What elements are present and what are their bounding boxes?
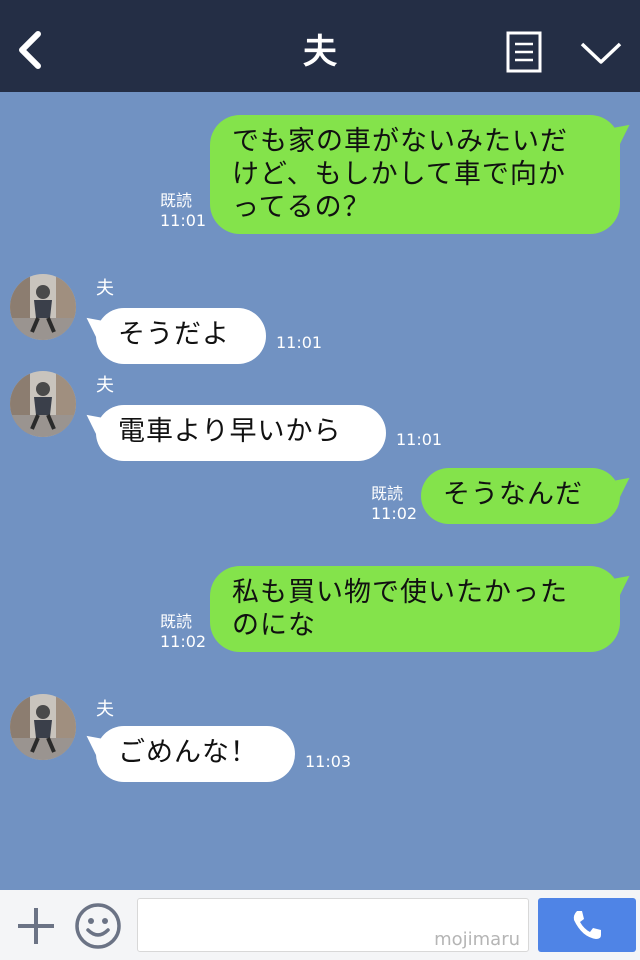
chevron-down-icon[interactable] [578,36,624,70]
sender-name: 夫 [96,375,114,396]
message-bubble-incoming[interactable]: 電車より早いから [96,405,386,461]
message-bubble-outgoing[interactable]: そうなんだ [421,468,620,524]
sender-name: 夫 [96,278,114,299]
message-meta: 既読 11:02 [160,612,206,652]
message-bubble-incoming[interactable]: ごめんな！ [96,726,295,782]
message-time: 11:01 [160,211,207,230]
message-time: 11:02 [160,632,207,651]
phone-icon [573,911,601,939]
input-bar: mojimaru [0,890,640,960]
message-bubble-incoming[interactable]: そうだよ [96,308,266,364]
notes-icon[interactable] [505,30,543,74]
read-receipt: 既読 [160,612,193,631]
read-receipt: 既読 [371,484,404,503]
chat-title: 夫 [303,32,337,72]
plus-icon[interactable] [14,904,58,948]
message-bubble-outgoing[interactable]: 私も買い物で使いたかった のにな [210,566,620,652]
message-meta: 既読 11:02 [371,484,417,524]
read-receipt: 既読 [160,191,193,210]
call-button[interactable] [538,898,636,952]
message-time: 11:02 [371,504,418,523]
message-meta: 既読 11:01 [160,191,206,231]
watermark: mojimaru [434,929,520,950]
chat-header: 夫 [0,0,640,92]
emoji-icon[interactable] [74,902,122,950]
sender-name: 夫 [96,699,114,720]
message-time: 11:01 [276,333,323,352]
avatar[interactable] [10,694,76,760]
message-time: 11:03 [305,752,352,771]
message-time: 11:01 [396,430,443,449]
avatar[interactable] [10,371,76,437]
avatar[interactable] [10,274,76,340]
message-bubble-outgoing[interactable]: でも家の車がないみたいだ けど、もしかして車で向か ってるの？ [210,115,620,234]
chat-area[interactable]: 既読 11:01 でも家の車がないみたいだ けど、もしかして車で向か ってるの？… [0,92,640,890]
